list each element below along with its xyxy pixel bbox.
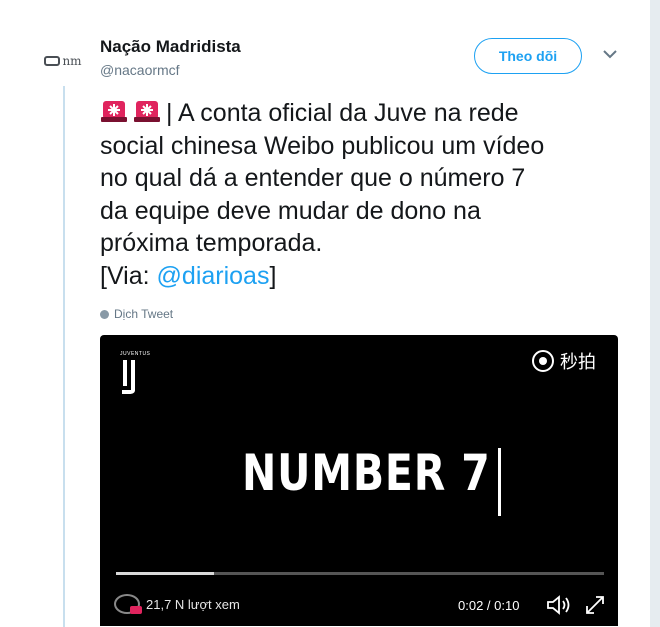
tweet-via-line: [Via: @diarioas] [100,260,620,293]
miaopai-text: 秒拍 [560,352,596,372]
via-suffix: ] [269,261,277,290]
miaopai-eye-icon [532,350,554,372]
siren-icon [134,101,160,122]
follow-button[interactable]: Theo dõi [474,38,582,74]
view-count: 21,7 N lượt xem [114,594,240,614]
tweet-line-4: da equipe deve mudar de dono na [100,196,481,225]
fullscreen-icon[interactable] [584,594,606,616]
via-prefix: [Via: [100,261,157,290]
weibo-views-icon [114,594,142,614]
account-name[interactable]: Nação Madridista [100,37,241,57]
juventus-wordmark: JUVENTUS [120,351,151,357]
tweet-line-3: no qual dá a entender que o número 7 [100,164,526,192]
translate-tweet-link[interactable]: Dịch Tweet [100,307,173,321]
tweet-line-1: | A conta oficial da Juve na rede [100,96,620,130]
tweet-text: | A conta oficial da Juve na rede social… [100,96,620,292]
tweet-card: nm Nação Madridista @nacaormcf Theo dõi … [0,0,650,627]
tweet-line-text: | A conta oficial da Juve na rede [166,99,519,127]
siren-icon [101,101,127,122]
juventus-logo: JUVENTUS [120,351,151,401]
avatar-text: nm [62,54,82,68]
miaopai-watermark: 秒拍 [532,348,596,374]
tweet-line-2: social chinesa Weibo publicou um vídeo [100,131,545,160]
globe-icon [100,309,109,319]
view-count-text: 21,7 N lượt xem [146,596,240,612]
video-timecode: 0:02 / 0:10 [458,598,520,613]
translate-label: Dịch Tweet [114,307,174,321]
video-player[interactable]: JUVENTUS 秒拍 NUMBER 7 21,7 N lượt xem 0:0… [100,335,618,626]
text-cursor-bar [498,448,501,516]
chevron-down-icon[interactable] [602,46,618,62]
volume-icon[interactable] [546,594,572,616]
tweet-line-5: próxima temporada. [100,229,323,257]
juventus-j-icon [122,360,135,394]
logo-mark-icon [44,56,61,66]
avatar[interactable]: nm [40,38,86,84]
video-progress-bar[interactable] [116,572,604,575]
video-progress-fill [116,572,214,575]
video-headline: NUMBER 7 [242,444,491,502]
thread-line [63,86,65,627]
account-handle[interactable]: @nacaormcf [100,62,180,78]
mention-link[interactable]: @diarioas [157,262,270,290]
